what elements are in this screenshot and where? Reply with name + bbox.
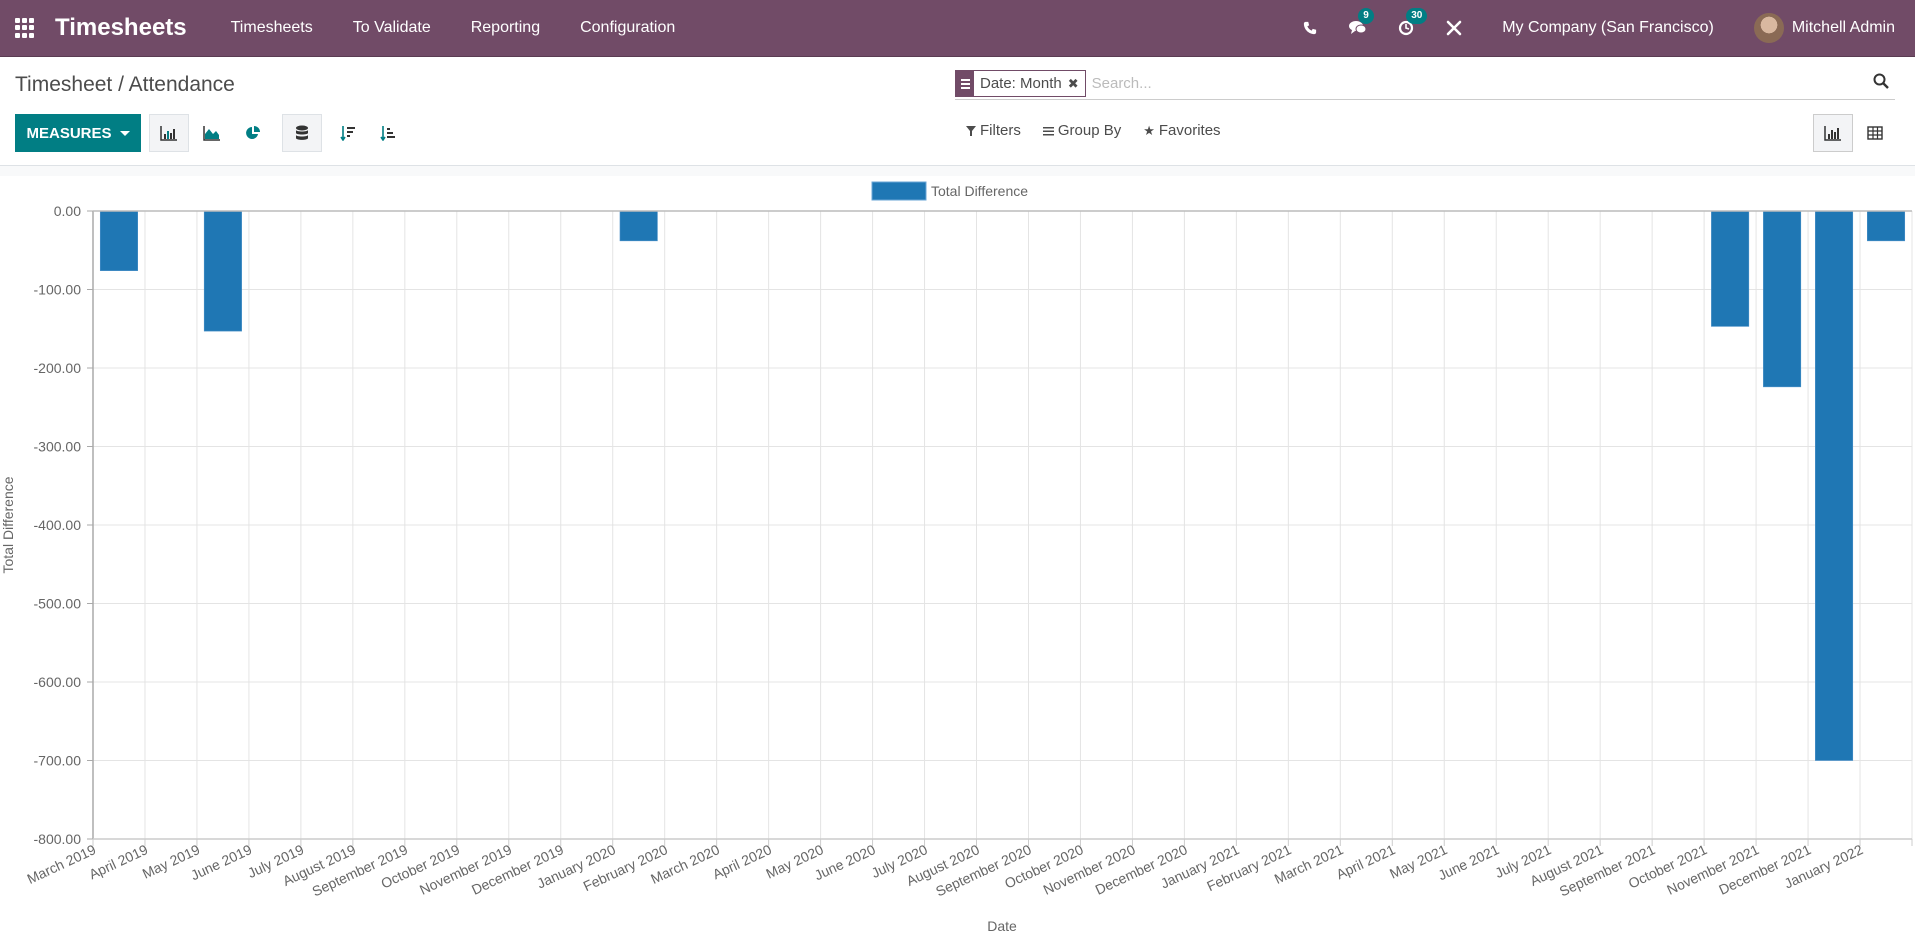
y-tick-label: -100.00 — [34, 282, 82, 298]
y-tick-label: -300.00 — [34, 439, 82, 455]
chart-legend[interactable]: Total Difference — [871, 181, 1028, 201]
bar[interactable] — [203, 210, 242, 332]
group-by-facet-icon — [956, 71, 974, 96]
menu-reporting[interactable]: Reporting — [451, 19, 560, 37]
systray: 9 30 My Company (San Francisco) Mitchell… — [1286, 0, 1915, 56]
search-input[interactable] — [1091, 75, 1873, 92]
y-tick-label: -400.00 — [34, 517, 82, 533]
area-chart-icon — [203, 126, 220, 141]
bar[interactable] — [1867, 210, 1906, 242]
y-tick-label: -700.00 — [34, 753, 82, 769]
tools-icon[interactable] — [1444, 18, 1464, 38]
graph-view: 0.00 -100.00 -200.00 -300.00 -400.00 -500.00 -… — [0, 166, 1915, 941]
menu-to-validate[interactable]: To Validate — [333, 19, 451, 37]
bar-chart: 0.00 -100.00 -200.00 -300.00 -400.00 -500.00 -… — [0, 181, 1913, 934]
graph-view-button[interactable] — [1813, 114, 1853, 152]
bar-chart-icon — [1824, 126, 1841, 141]
app-brand[interactable]: Timesheets — [55, 14, 187, 42]
sort-ascending-button[interactable] — [368, 114, 408, 152]
activities-badge: 30 — [1406, 8, 1428, 24]
apps-menu-icon[interactable] — [15, 18, 35, 38]
database-icon — [296, 125, 308, 140]
x-tick-label: April 2021 — [1334, 841, 1398, 882]
y-tick-label: -800.00 — [34, 831, 82, 847]
line-chart-mode-button[interactable] — [192, 114, 232, 152]
groupby-dropdown[interactable]: Group By — [1042, 122, 1122, 139]
breadcrumb: Timesheet / Attendance — [15, 73, 235, 96]
x-tick-label: March 2019 — [24, 841, 98, 887]
activities-icon[interactable]: 30 — [1396, 8, 1428, 38]
x-tick-label: April 2019 — [86, 841, 150, 882]
star-icon: ★ — [1143, 122, 1155, 138]
y-axis-label: Total Difference — [0, 476, 16, 573]
messages-badge: 9 — [1358, 8, 1374, 24]
company-switcher[interactable]: My Company (San Francisco) — [1502, 19, 1714, 37]
groupby-label: Group By — [1057, 122, 1122, 139]
y-tick-label: 0.00 — [54, 203, 81, 219]
chart-bars — [99, 210, 1906, 761]
facet-label: Date: Month — [980, 75, 1062, 92]
bar[interactable] — [1763, 210, 1802, 388]
bar-chart-mode-button[interactable] — [149, 114, 189, 152]
control-panel: Timesheet / Attendance MEASURES Date: Mo… — [0, 57, 1915, 166]
x-tick-label: April 2020 — [710, 841, 774, 882]
x-axis-label: Date — [987, 918, 1017, 934]
chart-axes — [87, 210, 1913, 846]
bar[interactable] — [99, 210, 138, 271]
facet-remove-icon[interactable]: ✖ — [1068, 76, 1085, 92]
stacked-toggle-button[interactable] — [282, 114, 322, 152]
filters-label: Filters — [980, 122, 1021, 139]
y-tick-label: -500.00 — [34, 596, 82, 612]
search-facet[interactable]: Date: Month ✖ — [955, 70, 1086, 97]
phone-icon[interactable] — [1300, 18, 1320, 38]
y-tick-label: -600.00 — [34, 674, 82, 690]
y-tick-label: -200.00 — [34, 360, 82, 376]
user-menu[interactable]: Mitchell Admin — [1792, 19, 1895, 37]
top-navbar: Timesheets Timesheets To Validate Report… — [0, 0, 1915, 57]
x-tick-labels: March 2019April 2019May 2019June 2019Jul… — [24, 841, 1865, 899]
pie-chart-icon — [246, 126, 260, 139]
bar[interactable] — [619, 210, 658, 242]
measures-button[interactable]: MEASURES — [15, 114, 141, 152]
y-tick-labels: 0.00 -100.00 -200.00 -300.00 -400.00 -500.00 -… — [34, 203, 82, 847]
search-options: Filters Group By ★ Favorites — [966, 122, 1221, 139]
bar[interactable] — [1815, 210, 1854, 761]
pivot-view-button[interactable] — [1855, 114, 1895, 152]
list-icon — [1042, 126, 1054, 135]
legend-label[interactable]: Total Difference — [931, 183, 1028, 199]
messages-icon[interactable]: 9 — [1348, 8, 1374, 38]
bar[interactable] — [1711, 210, 1750, 327]
search-bar: Date: Month ✖ — [955, 68, 1895, 100]
sort-ascending-icon — [380, 126, 395, 141]
filters-dropdown[interactable]: Filters — [966, 122, 1021, 139]
legend-swatch[interactable] — [871, 181, 927, 201]
chart-grid — [92, 210, 1913, 840]
pie-chart-mode-button[interactable] — [233, 114, 273, 152]
content-top-strip — [0, 166, 1915, 176]
menu-configuration[interactable]: Configuration — [560, 19, 695, 37]
user-avatar[interactable] — [1753, 13, 1784, 43]
menu-timesheets[interactable]: Timesheets — [211, 19, 333, 37]
table-icon — [1867, 126, 1883, 140]
measures-label: MEASURES — [26, 124, 112, 142]
favorites-dropdown[interactable]: ★ Favorites — [1143, 122, 1220, 139]
sort-descending-button[interactable] — [328, 114, 368, 152]
caret-down-icon — [119, 130, 130, 136]
favorites-label: Favorites — [1158, 122, 1221, 139]
filter-icon — [966, 125, 976, 136]
sort-descending-icon — [340, 126, 355, 141]
search-icon[interactable] — [1873, 73, 1895, 94]
bar-chart-icon — [160, 126, 177, 141]
